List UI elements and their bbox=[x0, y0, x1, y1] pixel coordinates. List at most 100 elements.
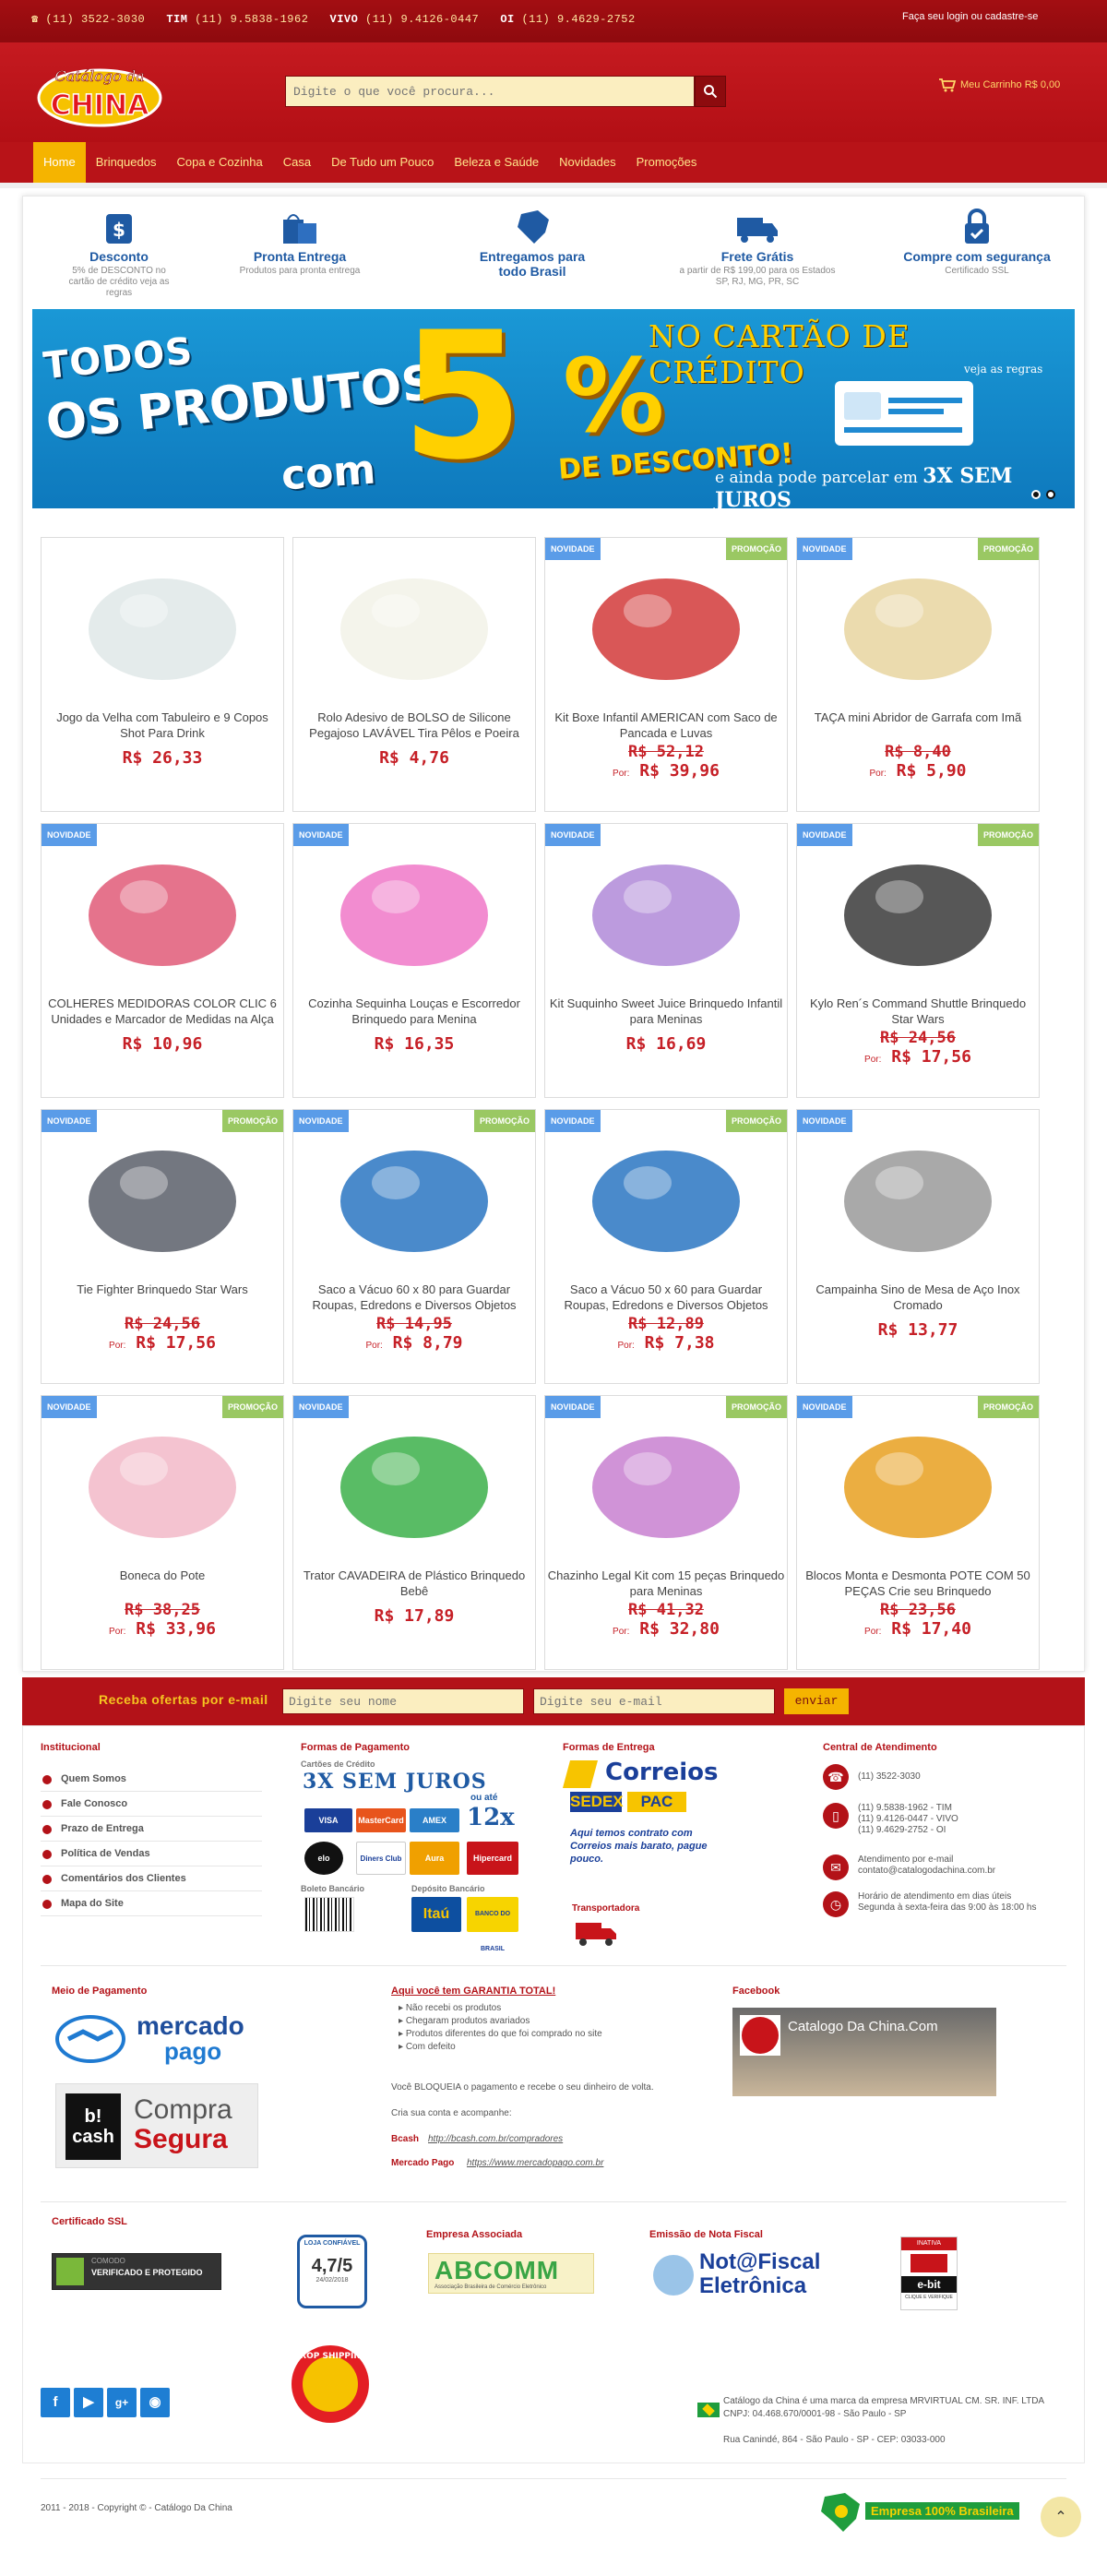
feature-frete-gratis[interactable]: Frete Grátis a partir de R$ 199,00 para … bbox=[670, 205, 845, 288]
product-name[interactable]: Boneca do Pote bbox=[43, 1568, 281, 1583]
abcomm-sub: Associação Brasileira de Comércio Eletrô… bbox=[434, 2284, 547, 2290]
newsletter-submit-button[interactable]: enviar bbox=[784, 1688, 849, 1714]
product-card[interactable]: Rolo Adesivo de BOLSO de Silicone Pegajo… bbox=[292, 537, 536, 812]
product-card[interactable]: Jogo da Velha com Tabuleiro e 9 Copos Sh… bbox=[41, 537, 284, 812]
footer-link-politica-vendas[interactable]: Política de Vendas bbox=[41, 1842, 262, 1866]
product-name[interactable]: Kit Suquinho Sweet Juice Brinquedo Infan… bbox=[547, 996, 785, 1027]
product-name[interactable]: Campainha Sino de Mesa de Aço Inox Croma… bbox=[799, 1282, 1037, 1313]
product-name[interactable]: Tie Fighter Brinquedo Star Wars bbox=[43, 1282, 281, 1297]
mercado-pago-logo[interactable]: mercado pago bbox=[54, 2011, 256, 2067]
footer-link-comentarios[interactable]: Comentários dos Clientes bbox=[41, 1866, 262, 1891]
banner-dot[interactable] bbox=[1031, 490, 1041, 499]
dish-rack-toy-icon[interactable] bbox=[297, 828, 531, 994]
nota-fiscal-logo[interactable]: Not@Fiscal Eletrônica bbox=[653, 2244, 820, 2305]
bottle-opener-icon[interactable] bbox=[801, 542, 1035, 708]
banner-dots[interactable] bbox=[1031, 490, 1055, 499]
product-card[interactable]: NOVIDADE PROMOÇÃO Saco a Vácuo 50 x 60 par… bbox=[544, 1109, 788, 1384]
footer-link-quem-somos[interactable]: Quem Somos bbox=[41, 1767, 262, 1792]
abcomm-logo[interactable]: ABCOMM Associação Brasileira de Comércio… bbox=[428, 2253, 594, 2294]
shot-glasses-icon[interactable] bbox=[45, 542, 280, 708]
product-card[interactable]: NOVIDADE COLHERES MEDIDORAS COLOR CLIC 6 … bbox=[41, 823, 284, 1098]
email-address[interactable]: contato@catalogodachina.com.br bbox=[858, 1866, 995, 1877]
ebit-badge[interactable]: INATIVA e-bit CLIQUE E VERIFIQUE bbox=[900, 2236, 958, 2310]
facebook-widget[interactable]: Catalogo Da China.Com bbox=[732, 2008, 996, 2096]
product-name[interactable]: Trator CAVADEIRA de Plástico Brinquedo B… bbox=[295, 1568, 533, 1599]
youtube-icon[interactable]: ▶ bbox=[74, 2388, 103, 2417]
product-name[interactable]: Blocos Monta e Desmonta POTE COM 50 PEÇA… bbox=[799, 1568, 1037, 1599]
doll-jar-icon[interactable] bbox=[45, 1400, 280, 1566]
product-name[interactable]: Kylo Ren´s Command Shuttle Brinquedo Sta… bbox=[799, 996, 1037, 1027]
product-card[interactable]: NOVIDADE PROMOÇÃO Chazinho Legal Kit com 1… bbox=[544, 1395, 788, 1670]
measuring-cups-icon[interactable] bbox=[45, 828, 280, 994]
search-input[interactable] bbox=[286, 77, 655, 106]
vacuum-bag-icon[interactable] bbox=[297, 1114, 531, 1280]
footer-link-mapa-site[interactable]: Mapa do Site bbox=[41, 1891, 262, 1916]
boxing-bag-icon[interactable] bbox=[549, 542, 783, 708]
contact-mobiles: ▯ (11) 9.5838-1962 - TIM (11) 9.4126-044… bbox=[823, 1803, 958, 1836]
product-card[interactable]: NOVIDADE PROMOÇÃO TAÇA mini Abridor de Gar… bbox=[796, 537, 1040, 812]
drop-shipping-badge[interactable]: DROP SHIPPING bbox=[288, 2342, 373, 2427]
google-plus-icon[interactable]: g+ bbox=[107, 2388, 137, 2417]
product-name[interactable]: Chazinho Legal Kit com 15 peças Brinqued… bbox=[547, 1568, 785, 1599]
nav-home[interactable]: Home bbox=[33, 142, 86, 183]
feature-seguranca[interactable]: Compre com segurança Certificado SSL bbox=[880, 205, 1074, 277]
product-card[interactable]: NOVIDADE PROMOÇÃO Tie Fighter Brinquedo St… bbox=[41, 1109, 284, 1384]
product-name[interactable]: Jogo da Velha com Tabuleiro e 9 Copos Sh… bbox=[43, 710, 281, 741]
product-name[interactable]: Rolo Adesivo de BOLSO de Silicone Pegajo… bbox=[295, 710, 533, 741]
cart-link[interactable]: Meu Carrinho R$ 0,00 bbox=[938, 78, 1060, 92]
product-card[interactable]: NOVIDADE PROMOÇÃO Saco a Vácuo 60 x 80 par… bbox=[292, 1109, 536, 1384]
nav-beleza-saude[interactable]: Beleza e Saúde bbox=[444, 142, 549, 183]
tie-fighter-icon[interactable] bbox=[45, 1114, 280, 1280]
nav-promocoes[interactable]: Promoções bbox=[626, 142, 708, 183]
shuttle-toy-icon[interactable] bbox=[801, 828, 1035, 994]
scroll-to-top-button[interactable]: ⌃ bbox=[1041, 2497, 1081, 2537]
nav-casa[interactable]: Casa bbox=[273, 142, 321, 183]
product-price-row: Por: R$ 33,96 bbox=[42, 1619, 283, 1639]
product-name[interactable]: Saco a Vácuo 50 x 60 para Guardar Roupas… bbox=[547, 1282, 785, 1313]
product-name[interactable]: TAÇA mini Abridor de Garrafa com Imã bbox=[799, 710, 1037, 725]
product-card[interactable]: NOVIDADE Campainha Sino de Mesa de Aço In… bbox=[796, 1109, 1040, 1384]
nav-brinquedos[interactable]: Brinquedos bbox=[86, 142, 167, 183]
newsletter-name-input[interactable] bbox=[282, 1688, 524, 1714]
tea-set-icon[interactable] bbox=[549, 1400, 783, 1566]
elo-logo: elo bbox=[304, 1842, 343, 1875]
product-name[interactable]: Cozinha Sequinha Louças e Escorredor Bri… bbox=[295, 996, 533, 1027]
mp-link[interactable]: https://www.mercadopago.com.br bbox=[467, 2157, 603, 2170]
compra-segura-logo[interactable]: b! cash Compra Segura bbox=[55, 2083, 258, 2168]
desk-bell-icon[interactable] bbox=[801, 1114, 1035, 1280]
nav-novidades[interactable]: Novidades bbox=[549, 142, 625, 183]
product-name[interactable]: Kit Boxe Infantil AMERICAN com Saco de P… bbox=[547, 710, 785, 741]
login-link[interactable]: Faça seu login ou cadastre-se bbox=[902, 11, 1038, 22]
feature-pronta-entrega[interactable]: Pronta Entrega Produtos para pronta entr… bbox=[212, 205, 387, 277]
promo-banner[interactable]: TODOS OS PRODUTOS com 5 % DE DESCONTO! N… bbox=[32, 309, 1075, 508]
product-card[interactable]: NOVIDADE Kit Suquinho Sweet Juice Brinque… bbox=[544, 823, 788, 1098]
bcash-link[interactable]: http://bcash.com.br/compradores bbox=[428, 2133, 563, 2146]
facebook-icon[interactable]: f bbox=[41, 2388, 70, 2417]
rss-icon[interactable]: ◉ bbox=[140, 2388, 170, 2417]
toy-tractor-icon[interactable] bbox=[297, 1400, 531, 1566]
product-card[interactable]: NOVIDADE Cozinha Sequinha Louças e Escorr… bbox=[292, 823, 536, 1098]
product-name[interactable]: Saco a Vácuo 60 x 80 para Guardar Roupas… bbox=[295, 1282, 533, 1313]
feature-desconto[interactable]: $ Desconto 5% de DESCONTO no cartão de c… bbox=[31, 205, 207, 299]
product-card[interactable]: NOVIDADE Trator CAVADEIRA de Plástico Bri… bbox=[292, 1395, 536, 1670]
nav-de-tudo[interactable]: De Tudo um Pouco bbox=[321, 142, 444, 183]
site-logo[interactable]: Catálogo da CHINA bbox=[35, 59, 164, 127]
feature-entregamos[interactable]: Entregamos para todo Brasil bbox=[445, 205, 620, 279]
footer-link-prazo-entrega[interactable]: Prazo de Entrega bbox=[41, 1817, 262, 1842]
product-card[interactable]: NOVIDADE PROMOÇÃO Kylo Ren´s Command Shutt… bbox=[796, 823, 1040, 1098]
nav-copa-cozinha[interactable]: Copa e Cozinha bbox=[166, 142, 272, 183]
product-card[interactable]: NOVIDADE PROMOÇÃO Blocos Monta e Desmonta … bbox=[796, 1395, 1040, 1670]
product-card[interactable]: NOVIDADE PROMOÇÃO Kit Boxe Infantil AMERIC… bbox=[544, 537, 788, 812]
loja-confiavel-badge[interactable]: LOJA CONFIÁVEL 4,7/5 24/02/2018 bbox=[297, 2235, 367, 2308]
product-name[interactable]: COLHERES MEDIDORAS COLOR CLIC 6 Unidades… bbox=[43, 996, 281, 1027]
lint-roller-icon[interactable] bbox=[297, 542, 531, 708]
comodo-ssl-badge[interactable]: COMODO VERIFICADO E PROTEGIDO bbox=[52, 2253, 221, 2290]
newsletter-email-input[interactable] bbox=[533, 1688, 775, 1714]
banner-dot[interactable] bbox=[1046, 490, 1055, 499]
search-button[interactable] bbox=[695, 76, 726, 107]
blocks-icon[interactable] bbox=[801, 1400, 1035, 1566]
vacuum-bag-icon[interactable] bbox=[549, 1114, 783, 1280]
footer-link-fale-conosco[interactable]: Fale Conosco bbox=[41, 1792, 262, 1817]
juice-kit-icon[interactable] bbox=[549, 828, 783, 994]
product-card[interactable]: NOVIDADE PROMOÇÃO Boneca do Pote R$ 38,25 Po… bbox=[41, 1395, 284, 1670]
